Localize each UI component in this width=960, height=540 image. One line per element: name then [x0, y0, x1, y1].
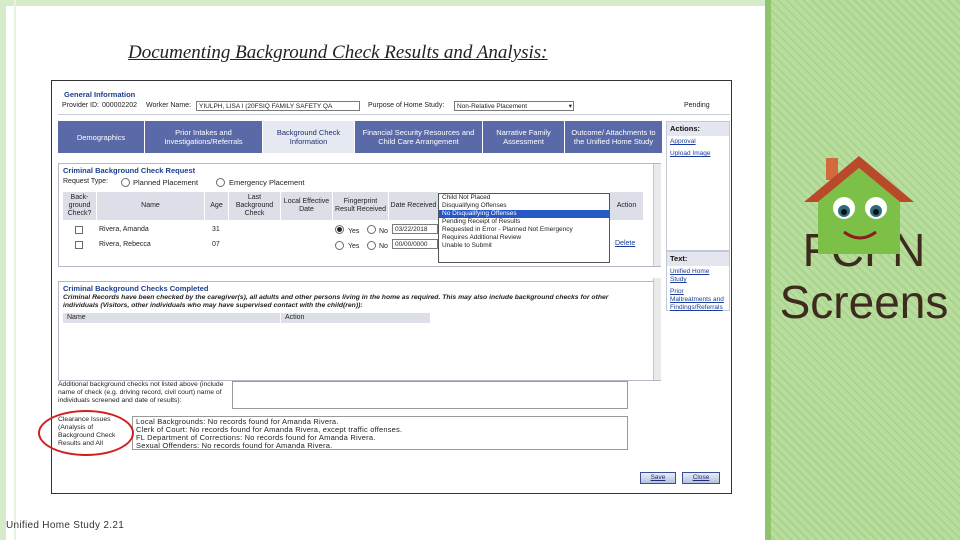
- dropdown-option[interactable]: Requires Additional Review: [439, 234, 609, 242]
- worker-name-label: Worker Name:: [146, 102, 191, 109]
- col-local-effective-date: Local Effective Date: [281, 192, 333, 220]
- app-screenshot: General Information Provider ID: 0000022…: [51, 80, 732, 494]
- col-background-check: Back-ground Check?: [63, 192, 97, 220]
- row1-checkbox[interactable]: [75, 226, 83, 234]
- clearance-issues-textarea[interactable]: Local Backgrounds: No records found for …: [132, 416, 628, 450]
- cbc-request-title: Criminal Background Check Request: [63, 166, 196, 175]
- row1-name: Rivera, Amanda: [99, 226, 149, 233]
- clearance-line: Sexual Offenders: No records found for A…: [136, 441, 333, 450]
- actions-title: Actions:: [667, 122, 729, 136]
- cbc-col-action: Action: [281, 313, 431, 323]
- dropdown-option-selected[interactable]: No Disqualifying Offenses: [439, 210, 609, 218]
- row1-age: 31: [212, 226, 220, 233]
- dropdown-option[interactable]: Requested in Error - Planned Not Emergen…: [439, 226, 609, 234]
- row1-date-received[interactable]: 03/22/2018: [392, 224, 438, 234]
- dropdown-option[interactable]: Unable to Submit: [439, 242, 609, 250]
- additional-checks-label: Additional background checks not listed …: [58, 381, 224, 404]
- highlight-ellipse: [38, 410, 134, 456]
- tab-narrative-assessment[interactable]: Narrative Family Assessment: [483, 121, 565, 153]
- row2-yes-label: Yes: [348, 243, 360, 250]
- planned-placement-radio[interactable]: [121, 178, 130, 187]
- row2-date-received[interactable]: 00/00/0000: [392, 239, 438, 249]
- cbc-completed-title: Criminal Background Checks Completed: [63, 284, 209, 293]
- upload-image-link[interactable]: Upload Image: [667, 148, 729, 160]
- emergency-placement-radio[interactable]: [216, 178, 225, 187]
- emergency-placement-label: Emergency Placement: [229, 178, 305, 187]
- tab-background-check[interactable]: Background Check Information: [263, 121, 355, 153]
- row1-yes-label: Yes: [348, 228, 360, 235]
- general-information-title: General Information: [64, 90, 136, 99]
- request-type-label: Request Type:: [63, 178, 109, 185]
- slide-footer: Unified Home Study 2.21: [6, 520, 125, 531]
- col-fingerprint-result: Fingerprint Result Received: [333, 192, 389, 220]
- additional-checks-textarea[interactable]: [232, 381, 628, 409]
- house-mascot-icon: [804, 156, 914, 254]
- text-panel-title: Text:: [667, 252, 729, 266]
- dropdown-option[interactable]: Disqualifying Offenses: [439, 202, 609, 210]
- col-age: Age: [205, 192, 229, 220]
- row2-delete-link[interactable]: Delete: [615, 240, 635, 247]
- dropdown-option[interactable]: Pending Receipt of Results: [439, 218, 609, 226]
- planned-placement-label: Planned Placement: [133, 178, 199, 187]
- col-date-received: Date Received: [389, 192, 439, 220]
- slide-frame-left: [0, 0, 6, 540]
- col-action: Action: [610, 192, 644, 220]
- cbr-scrollbar[interactable]: [653, 164, 661, 266]
- cbc-completed-section: Criminal Background Checks Completed Cri…: [58, 278, 661, 381]
- row2-no-label: No: [379, 243, 388, 250]
- row2-age: 07: [212, 241, 220, 248]
- row2-no-radio[interactable]: [367, 241, 376, 250]
- save-button[interactable]: Save: [640, 472, 676, 484]
- tab-demographics[interactable]: Demographics: [58, 121, 145, 153]
- slide-frame-stripe: [14, 0, 16, 540]
- worker-name-field[interactable]: YIULPH, LISA I (20FSIQ FAMILY SAFETY QA: [196, 101, 360, 111]
- text-panel: Text: Unified Home Study Prior Maltreatm…: [666, 251, 730, 311]
- fingerprint-result-dropdown[interactable]: Child Not Placed Disqualifying Offenses …: [438, 193, 610, 263]
- actions-panel: Actions: Approval Upload Image: [666, 121, 730, 251]
- slide-title: Documenting Background Check Results and…: [128, 42, 548, 63]
- col-last-background-check: Last Background Check: [229, 192, 281, 220]
- cbc-completed-description: Criminal Records have been checked by th…: [63, 294, 609, 309]
- purpose-label: Purpose of Home Study:: [368, 102, 445, 109]
- status-text: Pending: [684, 102, 710, 109]
- tab-prior-intakes[interactable]: Prior Intakes and Investigations/Referra…: [145, 121, 263, 153]
- col-name: Name: [97, 192, 205, 220]
- tab-financial-security[interactable]: Financial Security Resources and Child C…: [355, 121, 483, 153]
- row2-yes-radio[interactable]: [335, 241, 344, 250]
- row1-no-label: No: [379, 228, 388, 235]
- chevron-down-icon: ▾: [568, 103, 572, 110]
- row1-no-radio[interactable]: [367, 225, 376, 234]
- provider-id-label: Provider ID:: [62, 102, 99, 109]
- row2-name: Rivera, Rebecca: [99, 241, 151, 248]
- row2-checkbox[interactable]: [75, 241, 83, 249]
- unified-home-study-link[interactable]: Unified Home Study: [667, 266, 729, 286]
- row1-yes-radio[interactable]: [335, 225, 344, 234]
- general-information-bar: General Information Provider ID: 0000022…: [58, 87, 730, 115]
- tab-bar: Demographics Prior Intakes and Investiga…: [58, 121, 663, 153]
- purpose-select[interactable]: Non-Relative Placement ▾: [454, 101, 574, 111]
- slide-frame-top: [0, 0, 765, 6]
- close-button[interactable]: Close: [682, 472, 720, 484]
- tab-outcome-attachments[interactable]: Outcome/ Attachments to the Unified Home…: [565, 121, 663, 153]
- prior-maltreatments-link[interactable]: Prior Maltreatments and Findings/Referra…: [667, 286, 729, 314]
- provider-id-value: 000002202: [102, 102, 138, 109]
- cbc-scrollbar[interactable]: [653, 278, 661, 380]
- slide-side-panel-edge: [765, 0, 771, 540]
- dropdown-option[interactable]: Child Not Placed: [439, 194, 609, 202]
- purpose-select-value: Non-Relative Placement: [457, 103, 528, 110]
- cbc-col-name: Name: [63, 313, 281, 323]
- approval-link[interactable]: Approval: [667, 136, 729, 148]
